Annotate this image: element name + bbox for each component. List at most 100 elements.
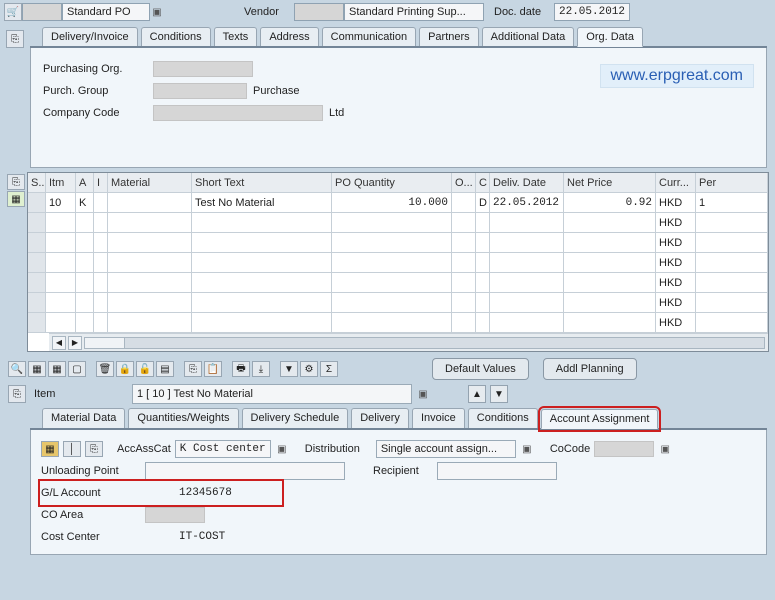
addl-planning-button[interactable]: Addl Planning xyxy=(543,358,637,380)
tab-org-data[interactable]: Org. Data xyxy=(577,27,643,47)
dropdown-icon[interactable]: ▣ xyxy=(150,7,164,18)
dropdown-icon[interactable]: ▣ xyxy=(275,444,289,455)
item-select[interactable]: 1 [ 10 ] Test No Material xyxy=(132,384,412,404)
tab-address[interactable]: Address xyxy=(260,27,318,46)
purchasing-org-value[interactable] xyxy=(153,61,253,77)
delete-icon[interactable]: 🗑 xyxy=(96,361,114,377)
cell-itm: 10 xyxy=(46,193,76,212)
purch-group-label: Purch. Group xyxy=(43,85,153,97)
copy-acct-icon[interactable]: ⎘ xyxy=(85,441,103,457)
tab-delivery-schedule[interactable]: Delivery Schedule xyxy=(242,408,349,428)
vendor-code[interactable] xyxy=(294,3,344,21)
item-grid: S... Itm A I Material Short Text PO Quan… xyxy=(27,172,769,352)
distribution-input[interactable]: Single account assign... xyxy=(376,440,516,458)
prev-item-icon[interactable]: ▲ xyxy=(468,385,486,403)
table-view-icon[interactable]: ▦ xyxy=(41,441,59,457)
tab-partners[interactable]: Partners xyxy=(419,27,479,46)
co-area-input[interactable] xyxy=(145,507,205,523)
scroll-thumb[interactable] xyxy=(85,338,125,348)
tab-additional-data[interactable]: Additional Data xyxy=(482,27,575,46)
col-i[interactable]: I xyxy=(94,173,108,192)
col-per[interactable]: Per xyxy=(696,173,768,192)
recipient-input[interactable] xyxy=(437,462,557,480)
print-icon[interactable]: 🖶 xyxy=(232,361,250,377)
vendor-name[interactable]: Standard Printing Sup... xyxy=(344,3,484,21)
default-values-button[interactable]: Default Values xyxy=(432,358,529,380)
select-all-icon[interactable]: ▦ xyxy=(7,191,25,207)
collapse-item-detail-icon[interactable]: ⎘ xyxy=(8,385,26,403)
tab-texts[interactable]: Texts xyxy=(214,27,258,46)
table-row[interactable]: 10 K Test No Material 10.000 D 22.05.201… xyxy=(28,193,768,213)
col-net-price[interactable]: Net Price xyxy=(564,173,656,192)
company-code-text: Ltd xyxy=(329,107,344,119)
table-row[interactable]: HKD xyxy=(28,253,768,273)
doc-date-input[interactable]: 22.05.2012 xyxy=(554,3,630,21)
col-po-qty[interactable]: PO Quantity xyxy=(332,173,452,192)
details-icon[interactable]: ▤ xyxy=(156,361,174,377)
accasscat-input[interactable]: K Cost center xyxy=(175,440,271,458)
tab-conditions-item[interactable]: Conditions xyxy=(468,408,538,428)
export-icon[interactable]: ⤓ xyxy=(252,361,270,377)
cocode-input[interactable] xyxy=(594,441,654,457)
dropdown-icon[interactable]: ▣ xyxy=(416,389,430,400)
unloading-point-input[interactable] xyxy=(145,462,345,480)
grid-scrollbar[interactable]: ◀ ▶ xyxy=(49,333,768,351)
vendor-label: Vendor xyxy=(244,6,294,18)
table-row[interactable]: HKD xyxy=(28,213,768,233)
scroll-right-icon[interactable]: ▶ xyxy=(68,336,82,350)
vendor-name-text: Standard Printing Sup... xyxy=(349,6,466,18)
tab-communication[interactable]: Communication xyxy=(322,27,416,46)
sum-icon[interactable]: Σ xyxy=(320,361,338,377)
select-all-icon[interactable]: ▦ xyxy=(48,361,66,377)
purch-group-code[interactable] xyxy=(153,83,247,99)
company-code-value[interactable] xyxy=(153,105,323,121)
col-short-text[interactable]: Short Text xyxy=(192,173,332,192)
tab-account-assignment[interactable]: Account Assignment xyxy=(541,409,659,429)
col-s[interactable]: S... xyxy=(28,173,46,192)
settings-icon[interactable]: ⚙ xyxy=(300,361,318,377)
org-data-panel: www.erpgreat.com Purchasing Org. Purch. … xyxy=(30,48,767,168)
col-itm[interactable]: Itm xyxy=(46,173,76,192)
scroll-left-icon[interactable]: ◀ xyxy=(52,336,66,350)
cost-center-value[interactable]: IT-COST xyxy=(179,531,225,543)
select-layout-icon[interactable]: ▦ xyxy=(28,361,46,377)
table-row[interactable]: HKD xyxy=(28,273,768,293)
col-a[interactable]: A xyxy=(76,173,94,192)
table-row[interactable]: HKD xyxy=(28,313,768,333)
collapse-header-icon[interactable]: ⎘ xyxy=(6,30,24,48)
gl-account-value[interactable]: 12345678 xyxy=(179,487,232,499)
next-item-icon[interactable]: ▼ xyxy=(490,385,508,403)
tab-delivery[interactable]: Delivery xyxy=(351,408,409,428)
doc-type-select[interactable]: Standard PO xyxy=(62,3,150,21)
dropdown-icon[interactable]: ▣ xyxy=(520,444,534,455)
table-row[interactable]: HKD xyxy=(28,293,768,313)
paste-icon[interactable]: 📋 xyxy=(204,361,222,377)
doc-date-text: 22.05.2012 xyxy=(559,6,625,18)
dropdown-icon[interactable]: ▣ xyxy=(658,444,672,455)
col-deliv-date[interactable]: Deliv. Date xyxy=(490,173,564,192)
header-strip: 🛒 Standard PO ▣ Vendor Standard Printing… xyxy=(0,0,775,24)
copy-icon[interactable]: ⎘ xyxy=(184,361,202,377)
col-material[interactable]: Material xyxy=(108,173,192,192)
cocode-label: CoCode xyxy=(550,443,590,455)
tab-invoice[interactable]: Invoice xyxy=(412,408,465,428)
find-icon[interactable]: 🔍 xyxy=(8,361,26,377)
collapse-item-icon[interactable]: ⎘ xyxy=(7,174,25,190)
tab-material-data[interactable]: Material Data xyxy=(42,408,125,428)
col-o[interactable]: O... xyxy=(452,173,476,192)
deselect-icon[interactable]: ▢ xyxy=(68,361,86,377)
col-c[interactable]: C xyxy=(476,173,490,192)
filter-icon[interactable]: ▼ xyxy=(280,361,298,377)
table-row[interactable]: HKD xyxy=(28,233,768,253)
tab-delivery-invoice[interactable]: Delivery/Invoice xyxy=(42,27,138,46)
single-view-icon[interactable]: │ xyxy=(63,441,81,457)
cart-icon[interactable]: 🛒 xyxy=(4,3,22,21)
tab-conditions[interactable]: Conditions xyxy=(141,27,211,46)
lock-icon[interactable]: 🔒 xyxy=(116,361,134,377)
unlock-icon[interactable]: 🔓 xyxy=(136,361,154,377)
po-number-input[interactable] xyxy=(22,3,62,21)
scroll-track[interactable] xyxy=(84,337,765,349)
tab-quantities-weights[interactable]: Quantities/Weights xyxy=(128,408,238,428)
header-tabs: Delivery/Invoice Conditions Texts Addres… xyxy=(30,26,767,48)
col-curr[interactable]: Curr... xyxy=(656,173,696,192)
